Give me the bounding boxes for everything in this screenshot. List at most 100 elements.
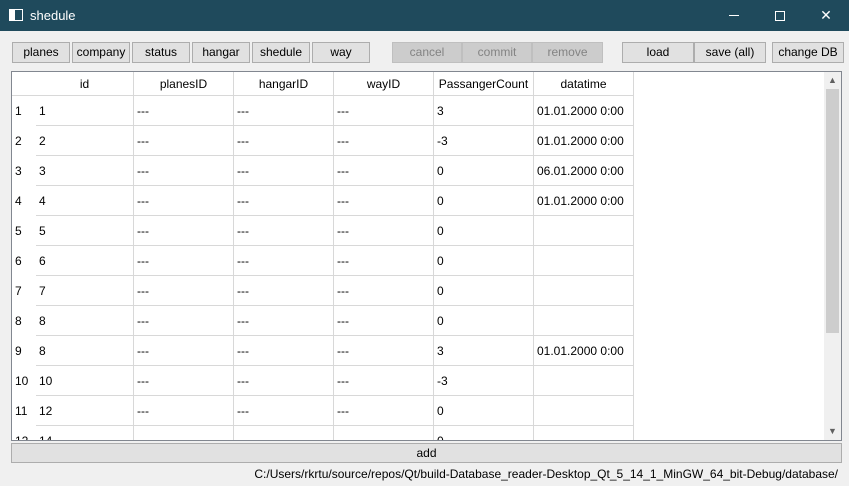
cell-datatime[interactable]: 01.01.2000 0:00: [534, 96, 634, 126]
cell-id[interactable]: 1: [36, 96, 134, 126]
cell-planesid[interactable]: ---: [134, 96, 234, 126]
table-row[interactable]: 3 3 --- --- --- 0 06.01.2000 0:00: [12, 156, 634, 186]
commit-button[interactable]: commit: [462, 42, 532, 63]
cell-planesid[interactable]: ---: [134, 396, 234, 426]
header-col-passangercount[interactable]: PassangerCount: [434, 72, 534, 96]
row-header[interactable]: 9: [12, 336, 36, 366]
remove-button[interactable]: remove: [532, 42, 603, 63]
cell-wayid[interactable]: ---: [334, 396, 434, 426]
cell-datatime[interactable]: [534, 246, 634, 276]
cell-hangarid[interactable]: ---: [234, 306, 334, 336]
cell-hangarid[interactable]: ---: [234, 366, 334, 396]
hangar-button[interactable]: hangar: [192, 42, 250, 63]
cell-datatime[interactable]: [534, 276, 634, 306]
table-row[interactable]: 5 5 --- --- --- 0: [12, 216, 634, 246]
cell-wayid[interactable]: ---: [334, 246, 434, 276]
cell-planesid[interactable]: ---: [134, 426, 234, 440]
cell-datatime[interactable]: [534, 306, 634, 336]
table-row[interactable]: 11 12 --- --- --- 0: [12, 396, 634, 426]
arrow-down-icon[interactable]: ▼: [824, 423, 841, 440]
cell-wayid[interactable]: ---: [334, 126, 434, 156]
cell-hangarid[interactable]: ---: [234, 336, 334, 366]
cell-passangercount[interactable]: 0: [434, 306, 534, 336]
table-row[interactable]: 7 7 --- --- --- 0: [12, 276, 634, 306]
cell-passangercount[interactable]: 0: [434, 186, 534, 216]
cell-passangercount[interactable]: 0: [434, 156, 534, 186]
cell-hangarid[interactable]: ---: [234, 276, 334, 306]
cell-planesid[interactable]: ---: [134, 156, 234, 186]
header-col-id[interactable]: id: [36, 72, 134, 96]
row-header[interactable]: 2: [12, 126, 36, 156]
cell-wayid[interactable]: ---: [334, 216, 434, 246]
minimize-button[interactable]: [711, 0, 757, 31]
table-row[interactable]: 8 8 --- --- --- 0: [12, 306, 634, 336]
cell-hangarid[interactable]: ---: [234, 186, 334, 216]
cell-passangercount[interactable]: -3: [434, 126, 534, 156]
cell-id[interactable]: 8: [36, 336, 134, 366]
cell-hangarid[interactable]: ---: [234, 396, 334, 426]
header-col-wayid[interactable]: wayID: [334, 72, 434, 96]
cell-hangarid[interactable]: ---: [234, 96, 334, 126]
change-db-button[interactable]: change DB: [772, 42, 844, 63]
cell-id[interactable]: 12: [36, 396, 134, 426]
cell-hangarid[interactable]: ---: [234, 246, 334, 276]
cell-wayid[interactable]: ---: [334, 306, 434, 336]
cell-passangercount[interactable]: 0: [434, 396, 534, 426]
cell-id[interactable]: 10: [36, 366, 134, 396]
cell-hangarid[interactable]: ---: [234, 156, 334, 186]
cell-planesid[interactable]: ---: [134, 366, 234, 396]
cell-planesid[interactable]: ---: [134, 246, 234, 276]
cell-wayid[interactable]: ---: [334, 366, 434, 396]
row-header[interactable]: 3: [12, 156, 36, 186]
cell-planesid[interactable]: ---: [134, 336, 234, 366]
load-button[interactable]: load: [622, 42, 694, 63]
table-row[interactable]: 2 2 --- --- --- -3 01.01.2000 0:00: [12, 126, 634, 156]
cell-id[interactable]: 2: [36, 126, 134, 156]
table-row[interactable]: 9 8 --- --- --- 3 01.01.2000 0:00: [12, 336, 634, 366]
cell-wayid[interactable]: ---: [334, 276, 434, 306]
shedule-button[interactable]: shedule: [252, 42, 310, 63]
arrow-up-icon[interactable]: ▲: [824, 72, 841, 89]
vertical-scrollbar[interactable]: ▲ ▼: [824, 72, 841, 440]
maximize-button[interactable]: [757, 0, 803, 31]
cell-datatime[interactable]: 01.01.2000 0:00: [534, 186, 634, 216]
cell-id[interactable]: 14: [36, 426, 134, 440]
cell-planesid[interactable]: ---: [134, 306, 234, 336]
cell-id[interactable]: 7: [36, 276, 134, 306]
cell-passangercount[interactable]: 3: [434, 336, 534, 366]
cell-id[interactable]: 6: [36, 246, 134, 276]
cell-passangercount[interactable]: 0: [434, 246, 534, 276]
save-all-button[interactable]: save (all): [694, 42, 766, 63]
cell-passangercount[interactable]: 0: [434, 276, 534, 306]
cell-datatime[interactable]: [534, 216, 634, 246]
planes-button[interactable]: planes: [12, 42, 70, 63]
cell-datatime[interactable]: [534, 426, 634, 440]
cell-wayid[interactable]: ---: [334, 426, 434, 440]
cell-passangercount[interactable]: 3: [434, 96, 534, 126]
cell-planesid[interactable]: ---: [134, 186, 234, 216]
cell-wayid[interactable]: ---: [334, 186, 434, 216]
company-button[interactable]: company: [72, 42, 130, 63]
cell-planesid[interactable]: ---: [134, 126, 234, 156]
cell-id[interactable]: 3: [36, 156, 134, 186]
status-button[interactable]: status: [132, 42, 190, 63]
header-col-datatime[interactable]: datatime: [534, 72, 634, 96]
row-header[interactable]: 7: [12, 276, 36, 306]
cell-hangarid[interactable]: ---: [234, 426, 334, 440]
row-header[interactable]: 11: [12, 396, 36, 426]
table-corner[interactable]: [12, 72, 36, 96]
cell-hangarid[interactable]: ---: [234, 126, 334, 156]
scrollbar-thumb[interactable]: [826, 89, 839, 333]
cell-passangercount[interactable]: 0: [434, 426, 534, 440]
cell-datatime[interactable]: [534, 366, 634, 396]
header-col-hangarid[interactable]: hangarID: [234, 72, 334, 96]
row-header[interactable]: 5: [12, 216, 36, 246]
table-row[interactable]: 12 14 --- --- --- 0: [12, 426, 634, 440]
cell-planesid[interactable]: ---: [134, 216, 234, 246]
cell-passangercount[interactable]: -3: [434, 366, 534, 396]
table-row[interactable]: 6 6 --- --- --- 0: [12, 246, 634, 276]
add-button[interactable]: add: [11, 443, 842, 463]
cell-datatime[interactable]: 06.01.2000 0:00: [534, 156, 634, 186]
table-row[interactable]: 10 10 --- --- --- -3: [12, 366, 634, 396]
cell-hangarid[interactable]: ---: [234, 216, 334, 246]
